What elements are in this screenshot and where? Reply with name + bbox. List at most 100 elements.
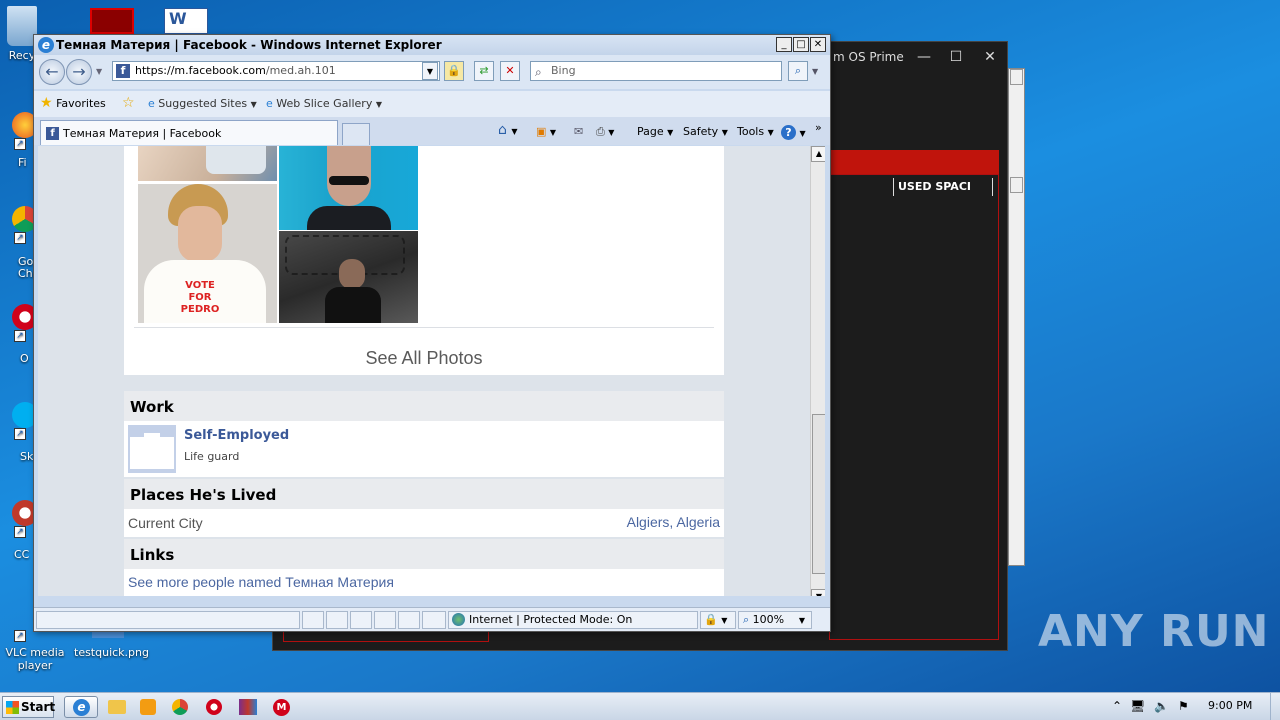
work-entry[interactable]: Self-Employed Life guard <box>124 421 724 477</box>
employer-link[interactable]: Self-Employed <box>184 428 289 443</box>
taskbar-chrome-button[interactable] <box>166 696 194 718</box>
scroll-down-icon[interactable] <box>1010 177 1023 193</box>
protected-mode-icon[interactable]: 🔒 ▼ <box>700 611 736 629</box>
briefcase-icon <box>128 425 176 473</box>
see-all-photos-link[interactable]: See All Photos <box>124 348 724 369</box>
tab-facebook[interactable]: f Темная Материя | Facebook <box>40 120 338 145</box>
globe-icon <box>452 613 465 626</box>
bg-bottom-left <box>283 632 489 642</box>
close-icon[interactable] <box>1010 69 1023 85</box>
windows-logo-icon <box>6 701 19 714</box>
suggested-sites-link[interactable]: e Suggested Sites ▼ <box>148 97 257 110</box>
shortcut-arrow-icon: ↗ <box>14 138 26 150</box>
job-title: Life guard <box>184 450 240 463</box>
photo-thumbnail[interactable]: VOTE FOR PEDRO <box>138 184 277 323</box>
print-icon[interactable]: ⎙ ▼ <box>596 125 614 139</box>
ccleaner-label: CC <box>14 548 30 561</box>
work-heading: Work <box>124 391 724 421</box>
close-button[interactable]: ✕ <box>810 37 826 52</box>
address-dropdown-icon[interactable]: ▼ <box>422 62 438 80</box>
taskbar-app-button[interactable]: M <box>268 696 296 718</box>
maximize-button[interactable]: □ <box>793 37 809 52</box>
firefox-shortcut[interactable]: ↗ Fi <box>0 112 38 172</box>
web-slice-gallery-label: Web Slice Gallery <box>276 97 373 110</box>
stop-button[interactable]: ✕ <box>500 61 520 81</box>
search-input[interactable]: ⌕ Bing <box>530 61 782 81</box>
home-icon[interactable]: ⌂ ▼ <box>498 122 518 138</box>
minimize-icon[interactable]: — <box>909 46 939 68</box>
network-icon[interactable]: 🖥 <box>1130 699 1145 713</box>
photo-thumbnail[interactable] <box>138 146 277 181</box>
ccleaner-shortcut[interactable]: ↗ CC <box>0 500 38 561</box>
ie-page-icon: e <box>148 97 155 110</box>
maximize-icon[interactable]: ☐ <box>941 46 971 68</box>
ie-window[interactable]: e Темная Материя | Facebook - Windows In… <box>33 34 831 632</box>
status-cell <box>326 611 348 629</box>
skype-shortcut[interactable]: ↗ Sk <box>0 402 38 463</box>
photos-card: VOTE FOR PEDRO See All Photos <box>124 146 724 375</box>
action-center-flag-icon[interactable]: ⚑ <box>1178 699 1189 713</box>
search-button[interactable]: ⌕ <box>788 61 808 81</box>
chevron-icon[interactable]: » <box>815 121 822 134</box>
help-menu[interactable]: ? ▼ <box>781 125 806 140</box>
safety-menu[interactable]: Safety ▼ <box>683 125 728 138</box>
taskbar-media-button[interactable] <box>134 696 162 718</box>
close-icon[interactable]: ✕ <box>975 46 1005 68</box>
zoom-control[interactable]: ⌕ 100% ▼ <box>738 611 812 629</box>
favorites-bar: ★ Favorites ☆ e Suggested Sites ▼ e Web … <box>34 91 830 117</box>
minimize-button[interactable]: _ <box>776 37 792 52</box>
web-slice-gallery-link[interactable]: e Web Slice Gallery ▼ <box>266 97 382 110</box>
skype-label: Sk <box>20 450 34 463</box>
address-bar[interactable]: f https://m.facebook.com/med.ah.101 <box>112 61 440 81</box>
show-hidden-icons[interactable]: ⌃ <box>1112 699 1122 713</box>
clock[interactable]: 9:00 PM <box>1208 699 1252 712</box>
used-space-header: USED SPACI <box>893 178 993 196</box>
chrome-shortcut[interactable]: ↗ Go Chr <box>0 206 38 282</box>
help-icon: ? <box>781 125 796 140</box>
feeds-icon[interactable]: ▣ ▼ <box>536 125 556 138</box>
security-zone[interactable]: Internet | Protected Mode: On <box>448 611 698 629</box>
favorites-button[interactable]: ★ Favorites <box>40 95 106 111</box>
read-mail-icon[interactable]: ✉ <box>574 125 583 138</box>
back-button[interactable]: ← <box>39 59 65 85</box>
word-icon[interactable]: W <box>164 8 208 34</box>
start-button[interactable]: Start <box>2 696 55 718</box>
ie-title-bar[interactable]: e Темная Материя | Facebook - Windows In… <box>34 35 830 55</box>
tab-bar: f Темная Материя | Facebook ⌂ ▼ ▣ ▼ ✉ ⎙ … <box>34 117 830 145</box>
volume-icon[interactable]: 🔈 <box>1154 699 1169 713</box>
lock-icon[interactable]: 🔒 <box>444 61 464 81</box>
current-city-link[interactable]: Algiers, Algeria <box>627 514 720 530</box>
forward-button[interactable]: → <box>66 59 92 85</box>
add-favorites-icon[interactable]: ☆ <box>122 95 135 111</box>
history-dropdown-icon[interactable]: ▼ <box>96 67 102 76</box>
photo-thumbnail[interactable] <box>279 231 418 323</box>
taskbar-ie-button[interactable]: e <box>64 696 98 718</box>
see-more-people-link[interactable]: See more people named Темная Материя <box>128 574 394 590</box>
places-heading: Places He's Lived <box>124 479 724 509</box>
vertical-scrollbar[interactable]: ▲ ▼ <box>810 146 825 596</box>
scroll-up-icon[interactable]: ▲ <box>811 146 825 162</box>
page-menu[interactable]: Page ▼ <box>637 125 673 138</box>
search-options-icon[interactable]: ▼ <box>812 67 818 76</box>
photo-sunglasses <box>329 176 369 185</box>
photo-device <box>206 146 266 174</box>
taskbar-explorer-button[interactable] <box>102 696 130 718</box>
tools-menu[interactable]: Tools ▼ <box>737 125 774 138</box>
refresh-button[interactable]: ⇄ <box>474 61 494 81</box>
scroll-down-icon[interactable]: ▼ <box>811 589 825 596</box>
taskbar-opera-button[interactable] <box>200 696 228 718</box>
acrobat-icon[interactable] <box>90 8 134 34</box>
show-desktop-button[interactable] <box>1270 693 1280 720</box>
opera-shortcut[interactable]: ↗ O <box>0 304 38 365</box>
taskbar-winrar-button[interactable] <box>234 696 262 718</box>
ie-logo-icon: e <box>38 37 54 53</box>
tools-menu-label: Tools <box>737 125 765 138</box>
photo-thumbnail[interactable] <box>279 146 418 230</box>
divider <box>134 327 714 328</box>
new-tab-button[interactable] <box>342 123 370 145</box>
status-cell <box>398 611 420 629</box>
scroll-thumb[interactable] <box>812 414 825 574</box>
photo-face <box>178 206 222 262</box>
shortcut-arrow-icon: ↗ <box>14 526 26 538</box>
page-viewport[interactable]: VOTE FOR PEDRO See All Photos Work Self-… <box>38 146 825 596</box>
